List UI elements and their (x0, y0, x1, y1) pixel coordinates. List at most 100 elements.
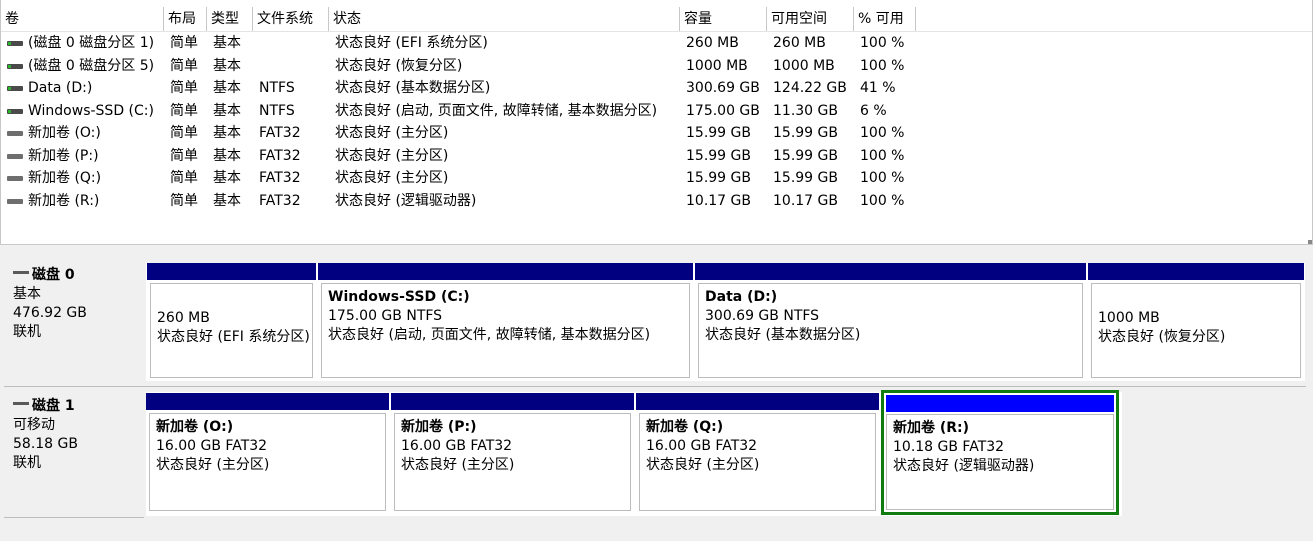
partition-o[interactable]: 新加卷 (O:) 16.00 GB FAT32 状态良好 (主分区) (146, 393, 389, 514)
partition-c[interactable]: Windows-SSD (C:) 175.00 GB NTFS 状态良好 (启动… (318, 263, 693, 381)
disk-green-icon (7, 108, 23, 114)
col-filesystem[interactable]: 文件系统 (253, 7, 329, 31)
volume-free: 260 MB (773, 35, 826, 51)
partition-status: 状态良好 (启动, 页面文件, 故障转储, 基本数据分区) (328, 327, 651, 343)
volume-status: 状态良好 (EFI 系统分区) (335, 35, 488, 51)
volume-percent: 100 % (860, 35, 905, 51)
partition-body: 1000 MB 状态良好 (恢复分区) (1091, 283, 1301, 378)
volume-layout: 简单 (170, 80, 198, 96)
partition-size: 1000 MB (1098, 310, 1160, 326)
volume-status: 状态良好 (逻辑驱动器) (335, 192, 477, 209)
disk-state: 联机 (13, 324, 41, 340)
volume-row[interactable]: Data (D:) 简单 基本 NTFS 状态良好 (基本数据分区) 300.6… (1, 77, 1201, 100)
volume-layout: 简单 (170, 170, 198, 186)
volume-name: Data (D:) (28, 80, 93, 96)
partition-title: 新加卷 (O:) (156, 419, 234, 435)
volume-status: 状态良好 (主分区) (335, 170, 449, 186)
col-volume[interactable]: 卷 (1, 7, 164, 31)
col-free-space[interactable]: 可用空间 (767, 7, 854, 31)
partition-size: 10.18 GB FAT32 (893, 439, 1005, 455)
volume-row[interactable]: 新加卷 (R:) 简单 基本 FAT32 状态良好 (逻辑驱动器) 10.17 … (1, 190, 1201, 213)
disk-grey-icon (7, 176, 23, 181)
volume-layout: 简单 (170, 35, 198, 51)
volume-capacity: 1000 MB (686, 57, 748, 74)
volume-free: 10.17 GB (773, 192, 838, 209)
disk-grey-icon (7, 131, 23, 136)
volume-row[interactable]: 新加卷 (Q:) 简单 基本 FAT32 状态良好 (主分区) 15.99 GB… (1, 167, 1201, 190)
volume-percent: 6 % (860, 102, 887, 119)
volume-layout: 简单 (170, 147, 198, 164)
partition-p[interactable]: 新加卷 (P:) 16.00 GB FAT32 状态良好 (主分区) (391, 393, 634, 514)
volume-type: 基本 (213, 102, 241, 119)
volume-status: 状态良好 (启动, 页面文件, 故障转储, 基本数据分区) (335, 102, 658, 119)
partition-status: 状态良好 (主分区) (156, 457, 270, 473)
partition-efi[interactable]: 260 MB 状态良好 (EFI 系统分区) (147, 263, 316, 381)
volume-status: 状态良好 (基本数据分区) (335, 80, 491, 96)
disk-kind: 基本 (13, 286, 41, 302)
disk-green-icon (7, 86, 23, 91)
partition-bar (318, 263, 693, 280)
volume-capacity: 175.00 GB (686, 102, 760, 119)
partition-r-selected[interactable]: 新加卷 (R:) 10.18 GB FAT32 状态良好 (逻辑驱动器) (881, 390, 1119, 515)
volume-capacity: 300.69 GB (686, 80, 760, 96)
col-percent-free[interactable]: % 可用 (854, 7, 916, 31)
disk-1-label[interactable]: 磁盘 1 可移动 58.18 GB 联机 (4, 391, 142, 518)
partition-status: 状态良好 (恢复分区) (1098, 329, 1226, 345)
volume-layout: 简单 (170, 102, 198, 119)
partition-title: Data (D:) (705, 289, 778, 305)
volume-name: (磁盘 0 磁盘分区 1) (28, 35, 155, 51)
col-status[interactable]: 状态 (329, 7, 680, 31)
volume-capacity: 15.99 GB (686, 125, 751, 141)
volume-free: 15.99 GB (773, 125, 838, 141)
volume-row[interactable]: 新加卷 (P:) 简单 基本 FAT32 状态良好 (主分区) 15.99 GB… (1, 145, 1201, 168)
volume-free: 15.99 GB (773, 170, 838, 186)
volume-fs: FAT32 (259, 170, 301, 186)
partition-status: 状态良好 (基本数据分区) (705, 327, 861, 343)
volume-percent: 100 % (860, 147, 905, 164)
disk-graphical-view[interactable]: 磁盘 0 基本 476.92 GB 联机 260 MB 状态良好 (EFI 系统… (0, 245, 1313, 541)
volume-percent: 41 % (860, 80, 896, 96)
resize-grip[interactable] (1308, 240, 1312, 244)
volume-type: 基本 (213, 170, 241, 186)
volume-layout: 简单 (170, 125, 198, 141)
volume-percent: 100 % (860, 57, 905, 74)
volume-name: Windows-SSD (C:) (28, 102, 154, 119)
volume-layout: 简单 (170, 192, 198, 209)
col-type[interactable]: 类型 (207, 7, 253, 31)
partition-title: 新加卷 (P:) (401, 419, 477, 435)
col-capacity[interactable]: 容量 (680, 7, 767, 31)
disk-grey-icon (7, 198, 23, 204)
disk-0-label[interactable]: 磁盘 0 基本 476.92 GB 联机 (4, 260, 142, 381)
disk-icon (13, 270, 29, 274)
disk-name: 磁盘 0 (32, 267, 75, 283)
volume-name: 新加卷 (Q:) (28, 170, 102, 186)
volume-type: 基本 (213, 147, 241, 164)
disk-name: 磁盘 1 (32, 398, 75, 414)
disk-green-icon (7, 63, 23, 69)
volume-name: 新加卷 (P:) (28, 147, 99, 164)
column-header: 卷 布局 类型 文件系统 状态 容量 可用空间 % 可用 (1, 7, 1312, 32)
volume-row[interactable]: 新加卷 (O:) 简单 基本 FAT32 状态良好 (主分区) 15.99 GB… (1, 122, 1201, 145)
partition-body: 新加卷 (O:) 16.00 GB FAT32 状态良好 (主分区) (149, 413, 386, 511)
partition-status: 状态良好 (逻辑驱动器) (893, 458, 1035, 474)
partition-body: 新加卷 (P:) 16.00 GB FAT32 状态良好 (主分区) (394, 413, 631, 511)
partition-recovery[interactable]: 1000 MB 状态良好 (恢复分区) (1088, 263, 1304, 381)
disk-green-icon (7, 41, 23, 46)
volume-fs: NTFS (259, 102, 295, 119)
partition-status: 状态良好 (EFI 系统分区) (157, 329, 310, 345)
col-layout[interactable]: 布局 (164, 7, 207, 31)
volume-row[interactable]: (磁盘 0 磁盘分区 1) 简单 基本 状态良好 (EFI 系统分区) 260 … (1, 32, 1201, 55)
volume-row[interactable]: (磁盘 0 磁盘分区 5) 简单 基本 状态良好 (恢复分区) 1000 MB … (1, 55, 1201, 78)
disk-icon (13, 401, 29, 405)
volume-list[interactable]: 卷 布局 类型 文件系统 状态 容量 可用空间 % 可用 (磁盘 0 磁盘分区 … (0, 0, 1313, 245)
disk-state: 联机 (13, 455, 41, 471)
volume-row[interactable]: Windows-SSD (C:) 简单 基本 NTFS 状态良好 (启动, 页面… (1, 100, 1201, 123)
partition-title: 新加卷 (Q:) (646, 419, 724, 435)
partition-bar (1088, 263, 1304, 280)
divider (4, 517, 144, 518)
partition-d[interactable]: Data (D:) 300.69 GB NTFS 状态良好 (基本数据分区) (695, 263, 1086, 381)
partition-title: 新加卷 (R:) (893, 420, 970, 436)
partition-q[interactable]: 新加卷 (Q:) 16.00 GB FAT32 状态良好 (主分区) (636, 393, 879, 514)
partition-body: 260 MB 状态良好 (EFI 系统分区) (150, 283, 313, 378)
volume-status: 状态良好 (主分区) (335, 147, 449, 164)
